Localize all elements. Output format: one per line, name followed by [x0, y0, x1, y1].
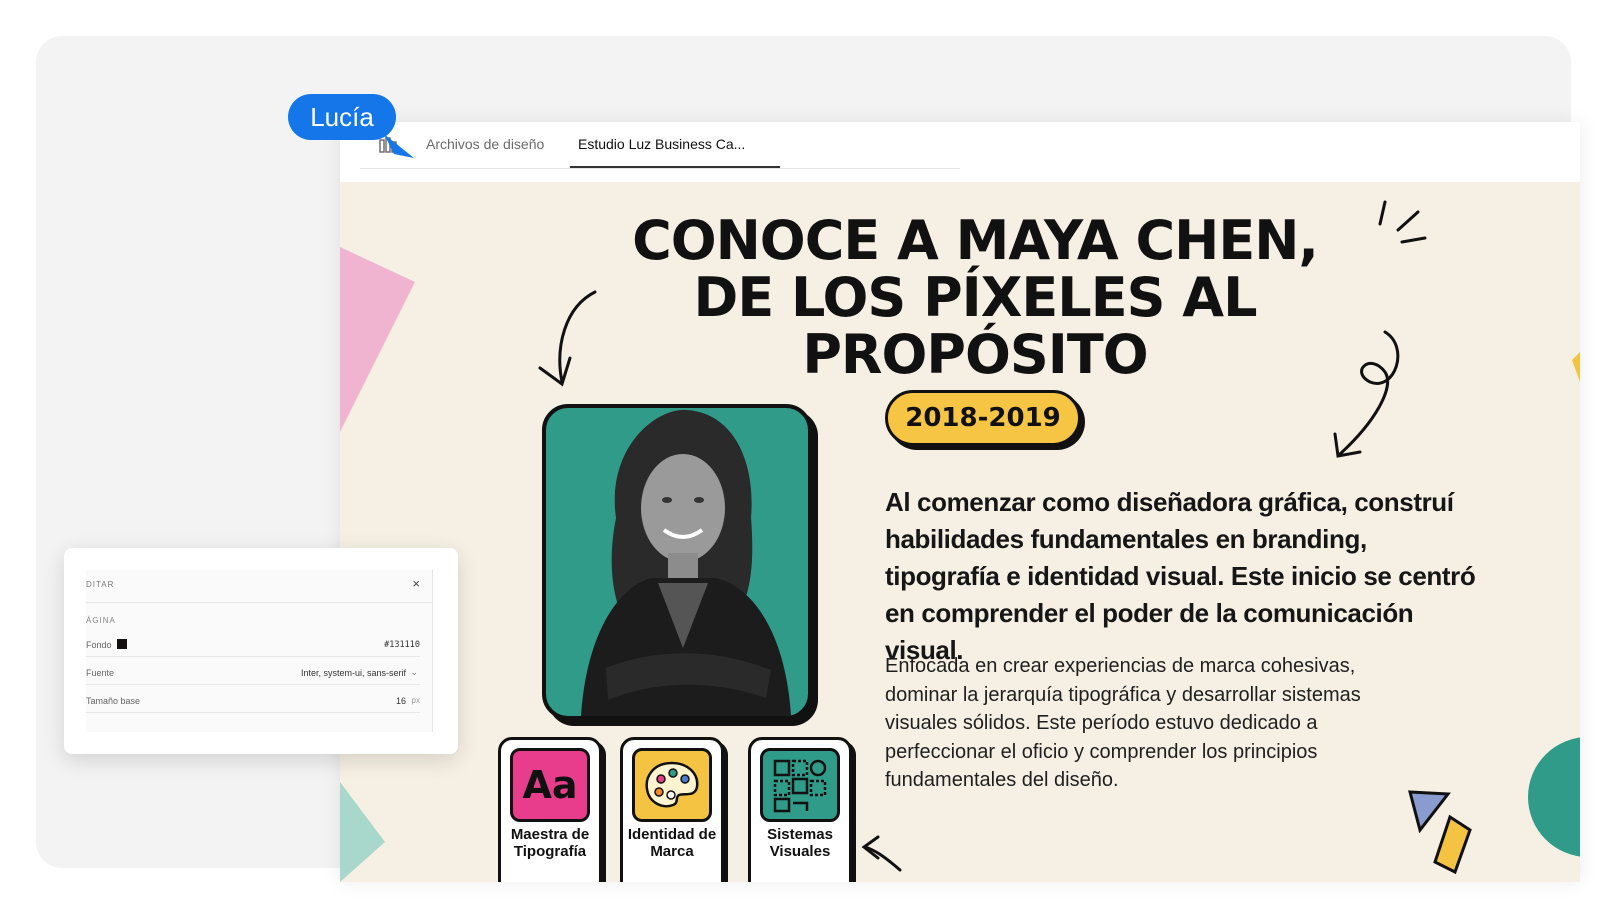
color-value[interactable]: #131110: [384, 640, 420, 650]
yellow-corner-shape: [1572, 352, 1580, 382]
skill-card-typography[interactable]: Aa Maestra de Tipografía: [498, 737, 602, 882]
tab-bar: Archivos de diseño Estudio Luz Business …: [360, 122, 960, 169]
divider: [86, 602, 432, 603]
lead-paragraph[interactable]: Al comenzar como diseñadora gráfica, con…: [885, 484, 1485, 669]
chevron-down-icon[interactable]: ⌄: [410, 667, 418, 678]
collaborator-cursor-icon: [384, 134, 414, 158]
tab-studio-luz[interactable]: Estudio Luz Business Ca...: [578, 136, 783, 152]
headline-line: CONOCE A MAYA CHEN,: [632, 209, 1319, 272]
teal-circle-shape: [1528, 737, 1580, 857]
field-label: Fondo: [86, 640, 112, 650]
skill-label: Maestra de Tipografía: [510, 826, 590, 860]
headline-line: DE LOS PÍXELES AL: [693, 266, 1258, 329]
field-label: Tamaño base: [86, 696, 141, 706]
tab-design-files[interactable]: Archivos de diseño: [426, 136, 544, 152]
base-size-field[interactable]: Tamaño base 16 px: [86, 690, 420, 713]
background-color-field[interactable]: Fondo #131110: [86, 634, 420, 657]
palette-icon: [632, 748, 712, 822]
font-value[interactable]: Inter, system-ui, sans-serif: [301, 668, 406, 678]
edit-panel-title: DITAR: [86, 580, 115, 589]
portrait-photo[interactable]: [542, 404, 812, 720]
pink-triangle-shape: [340, 247, 415, 432]
teal-triangle-shape: [340, 782, 385, 882]
curved-arrow-left-icon: [538, 290, 597, 387]
blue-triangle-shape: [1408, 790, 1451, 834]
edit-panel-content: DITAR × ÁGINA Fondo #131110 Fuente Inter…: [86, 570, 433, 732]
person-portrait-image: [581, 409, 791, 716]
color-swatch[interactable]: [117, 639, 127, 649]
typography-aa-icon: Aa: [510, 748, 590, 822]
body-paragraph[interactable]: Enfocada en crear experiencias de marca …: [885, 652, 1385, 795]
close-icon[interactable]: ×: [412, 576, 420, 591]
font-select[interactable]: Fuente Inter, system-ui, sans-serif ⌄: [86, 662, 420, 685]
year-badge[interactable]: 2018-2019: [885, 390, 1081, 446]
grid-system-icon: [760, 748, 840, 822]
slide-headline[interactable]: CONOCE A MAYA CHEN, DE LOS PÍXELES AL PR…: [595, 212, 1355, 383]
slide-canvas[interactable]: CONOCE A MAYA CHEN, DE LOS PÍXELES AL PR…: [340, 182, 1580, 882]
skill-card-brand-identity[interactable]: Identidad de Marca: [620, 737, 724, 882]
skill-card-visual-systems[interactable]: Sistemas Visuales: [748, 737, 852, 882]
unit-label: px: [411, 696, 420, 705]
yellow-pencil-shape: [1433, 814, 1472, 875]
size-value[interactable]: 16: [396, 696, 406, 706]
typography-aa-glyph: Aa: [522, 763, 578, 807]
sparkle-icon: [1378, 200, 1427, 244]
skill-label: Identidad de Marca: [627, 826, 717, 860]
design-app-window: Archivos de diseño Estudio Luz Business …: [340, 122, 1580, 882]
edit-panel: DITAR × ÁGINA Fondo #131110 Fuente Inter…: [64, 548, 458, 754]
small-arrow-icon: [861, 835, 902, 872]
section-heading: ÁGINA: [86, 616, 116, 625]
headline-line: PROPÓSITO: [802, 323, 1148, 386]
skill-label: Sistemas Visuales: [767, 826, 833, 860]
active-tab-indicator: [570, 166, 780, 168]
field-label: Fuente: [86, 668, 115, 678]
